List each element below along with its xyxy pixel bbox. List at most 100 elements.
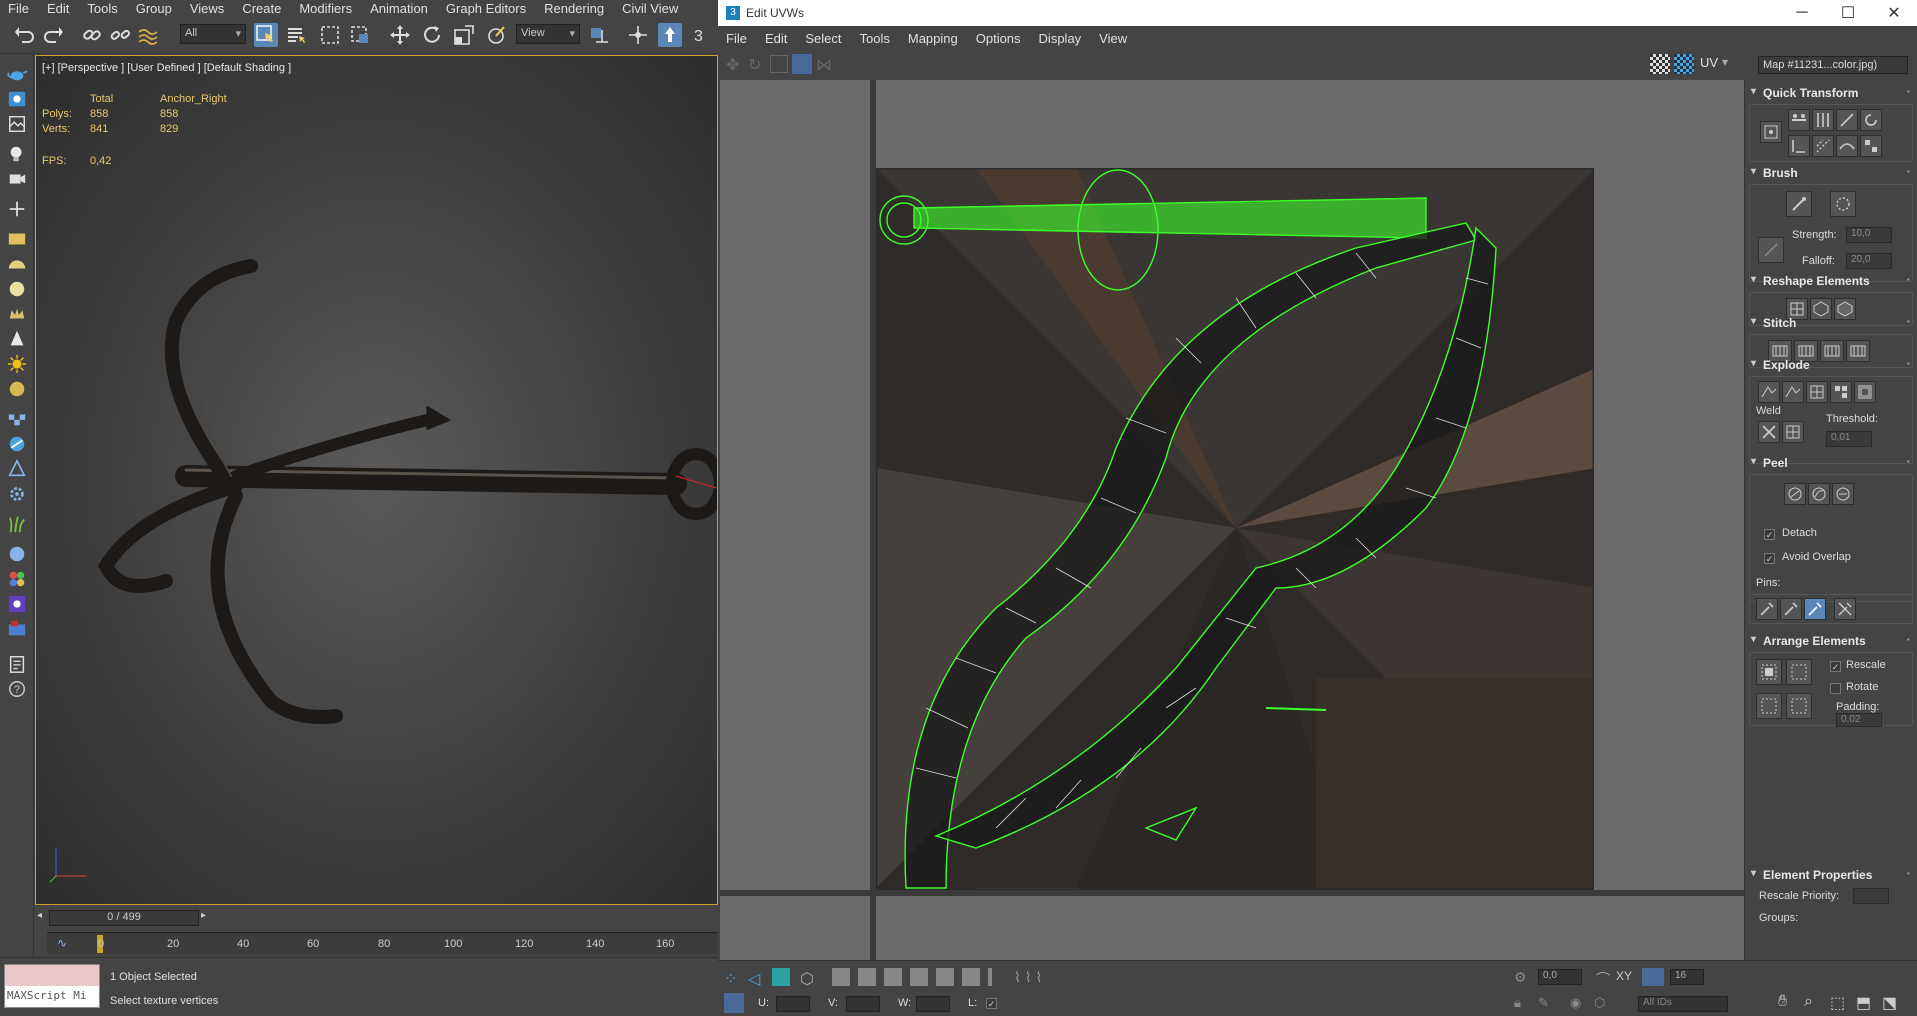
relax-brush-icon[interactable]: [1830, 191, 1856, 217]
absolute-mode-icon[interactable]: [724, 993, 744, 1013]
reset-peel-icon[interactable]: [1832, 483, 1854, 505]
menu-civil-view[interactable]: Civil View: [614, 1, 688, 16]
flatten-by-polygon-icon[interactable]: [1806, 381, 1828, 403]
uvw-menu-select[interactable]: Select: [797, 31, 851, 46]
show-map-icon[interactable]: [1674, 54, 1694, 74]
mirror-icon[interactable]: ⋈: [816, 55, 834, 74]
grid-snap-icon[interactable]: [1642, 968, 1664, 986]
hide-icon[interactable]: ⬡: [1594, 995, 1605, 1011]
weld-selected-icon[interactable]: [1782, 421, 1804, 443]
rect-selection-region-icon[interactable]: [318, 23, 342, 47]
select-scale-icon[interactable]: [452, 23, 476, 47]
explode-title[interactable]: Explode: [1749, 355, 1913, 376]
strength-spinner[interactable]: 10,0: [1846, 227, 1892, 243]
prev-frame-icon[interactable]: ◂: [37, 910, 49, 926]
detach-checkbox[interactable]: ✓: [1764, 529, 1775, 540]
curve-icon[interactable]: ⌒: [1596, 969, 1610, 989]
keyboard-shortcut-override-icon[interactable]: [658, 23, 682, 47]
maxscript-listener[interactable]: MAXScript Mi: [4, 964, 100, 1008]
flatten-by-material-icon[interactable]: [1854, 381, 1876, 403]
snap-toggle-icon[interactable]: 3: [690, 23, 714, 47]
zoom-region-icon[interactable]: ⬚: [1830, 993, 1845, 1013]
selection-filter-dropdown[interactable]: All: [180, 24, 246, 44]
uv-editor-canvas[interactable]: [720, 80, 1744, 960]
element-mode-icon[interactable]: ⬡: [800, 969, 814, 989]
align-vertical-icon[interactable]: [1812, 109, 1834, 131]
bind-spacewarp-icon[interactable]: [136, 23, 160, 47]
vertex-mode-icon[interactable]: ⁘: [724, 969, 737, 989]
menu-rendering[interactable]: Rendering: [536, 1, 614, 16]
move-icon[interactable]: ✥: [726, 55, 744, 74]
menu-file[interactable]: File: [0, 1, 39, 16]
checker-icon[interactable]: [5, 408, 29, 430]
xy-toggle[interactable]: XY: [1616, 969, 1632, 983]
cameras-icon[interactable]: [5, 168, 29, 190]
value-spinner[interactable]: 0,0: [1538, 969, 1582, 985]
uvw-menu-display[interactable]: Display: [1031, 31, 1092, 46]
edge-mode-icon[interactable]: ◁: [748, 969, 760, 989]
zoom-icon[interactable]: ⌕: [1804, 993, 1813, 1011]
unlink-icon[interactable]: [108, 23, 132, 47]
cone-icon[interactable]: [5, 328, 29, 350]
scale-icon[interactable]: [770, 55, 788, 73]
paint-brush-icon[interactable]: [1758, 237, 1784, 263]
avoid-overlap-checkbox[interactable]: ✓: [1764, 553, 1775, 564]
help-icon[interactable]: ?: [5, 678, 29, 700]
pack-normalize-icon[interactable]: [1756, 693, 1782, 719]
zoom-extents-icon[interactable]: ⬒: [1856, 993, 1871, 1013]
select-by-name-icon[interactable]: [284, 23, 308, 47]
detach-edge-icon[interactable]: [1782, 381, 1804, 403]
time-slider[interactable]: 0 / 499: [49, 910, 199, 926]
menu-modifiers[interactable]: Modifiers: [291, 1, 362, 16]
element-props-title[interactable]: Element Properties: [1749, 865, 1913, 886]
select-move-icon[interactable]: [388, 23, 412, 47]
l-checkbox[interactable]: ✓: [986, 998, 997, 1009]
uvw-menu-options[interactable]: Options: [968, 31, 1031, 46]
render-setup-icon[interactable]: [5, 458, 29, 480]
pivot-center-icon[interactable]: [586, 23, 610, 47]
rotation-snap-icon[interactable]: ⚙: [1514, 969, 1527, 986]
clipboard-icon[interactable]: [5, 653, 29, 675]
helpers-icon[interactable]: [5, 198, 29, 220]
uv-label[interactable]: UV: [1700, 55, 1718, 70]
minimize-icon[interactable]: ─: [1779, 0, 1825, 26]
brush-title[interactable]: Brush: [1749, 163, 1913, 184]
freeform-icon[interactable]: [792, 54, 812, 74]
rotate-icon[interactable]: ↻: [748, 55, 766, 74]
teapot-icon[interactable]: [5, 63, 29, 85]
paint-move-icon[interactable]: [1786, 191, 1812, 217]
perspective-viewport[interactable]: [+] [Perspective ] [User Defined ] [Defa…: [35, 55, 718, 905]
lights-icon[interactable]: [5, 143, 29, 165]
select-rotate-icon[interactable]: [420, 23, 444, 47]
undo-icon[interactable]: [12, 23, 36, 47]
menu-edit[interactable]: Edit: [39, 1, 79, 16]
arrange-title[interactable]: Arrange Elements: [1749, 631, 1913, 652]
uvw-menu-edit[interactable]: Edit: [757, 31, 797, 46]
menu-group[interactable]: Group: [128, 1, 182, 16]
rescale-elements-icon[interactable]: [1786, 693, 1812, 719]
space-vertices-icon[interactable]: [1812, 135, 1834, 157]
uvw-titlebar[interactable]: 3 Edit UVWs ─ ☐ ✕: [718, 0, 1917, 26]
menu-tools[interactable]: Tools: [79, 1, 127, 16]
close-icon[interactable]: ✕: [1871, 0, 1917, 26]
set-pivot-icon[interactable]: [1760, 121, 1782, 143]
menu-views[interactable]: Views: [182, 1, 234, 16]
sphere-icon[interactable]: [5, 278, 29, 300]
particles-icon[interactable]: [5, 568, 29, 590]
threshold-spinner[interactable]: 0,01: [1826, 431, 1872, 447]
quick-transform-title[interactable]: Quick Transform: [1749, 83, 1913, 104]
link-icon[interactable]: [80, 23, 104, 47]
break-icon[interactable]: [1758, 381, 1780, 403]
padding-spinner[interactable]: 0,02: [1836, 713, 1882, 727]
target-weld-icon[interactable]: [1758, 421, 1780, 443]
reshape-title[interactable]: Reshape Elements: [1749, 271, 1913, 292]
w-input[interactable]: [916, 996, 950, 1012]
peel-mode-icon[interactable]: [1808, 483, 1830, 505]
anchor-model[interactable]: [36, 56, 718, 905]
unpin-icon[interactable]: [1834, 598, 1856, 620]
rotate-checkbox[interactable]: [1830, 683, 1841, 694]
ref-coord-dropdown[interactable]: View: [516, 24, 580, 44]
u-input[interactable]: [776, 996, 810, 1012]
pack-together-icon[interactable]: [1786, 659, 1812, 685]
plane-icon[interactable]: [5, 228, 29, 250]
